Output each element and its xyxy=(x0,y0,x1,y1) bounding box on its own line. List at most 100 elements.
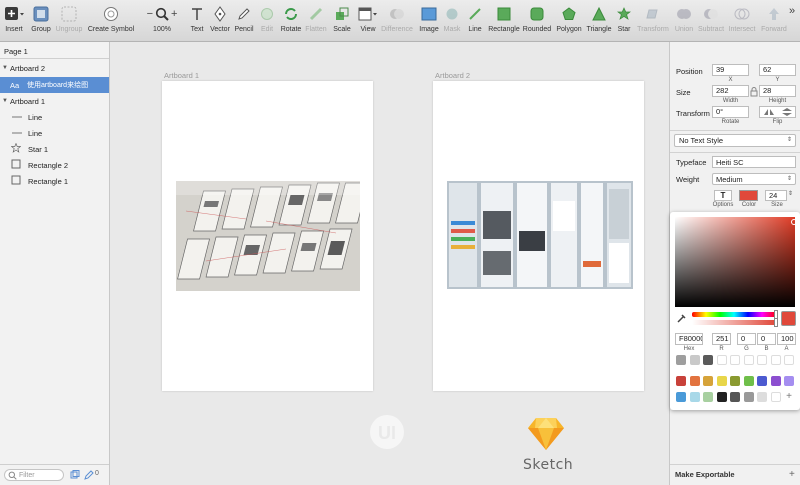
color-swatch[interactable] xyxy=(770,392,781,402)
text-style-dropdown[interactable]: No Text Style ⇕ xyxy=(674,134,796,147)
ungroup-button[interactable]: Ungroup xyxy=(55,3,83,41)
make-exportable-button[interactable]: Make Exportable xyxy=(675,470,735,479)
color-swatch[interactable] xyxy=(676,376,686,386)
layer-line-1[interactable]: Line xyxy=(0,109,109,125)
red-field[interactable]: 251 xyxy=(712,333,731,345)
color-swatch[interactable] xyxy=(689,392,700,402)
forward-button[interactable]: Forward xyxy=(760,3,788,41)
difference-button[interactable]: Difference xyxy=(380,3,414,41)
flip-control[interactable] xyxy=(759,106,796,118)
insert-button[interactable]: Insert xyxy=(3,3,25,41)
color-swatch[interactable] xyxy=(716,376,727,386)
artboard-1-title[interactable]: Artboard 1 xyxy=(164,71,199,80)
color-swatch[interactable] xyxy=(703,392,713,402)
toolbar-overflow-button[interactable]: » xyxy=(789,5,795,17)
create-symbol-button[interactable]: Create Symbol xyxy=(88,3,134,41)
color-swatch[interactable] xyxy=(689,355,700,365)
flip-vertical-icon[interactable] xyxy=(778,107,796,117)
disclosure-triangle-icon[interactable]: ▼ xyxy=(0,98,10,104)
layer-rectangle-2[interactable]: Rectangle 2 xyxy=(0,157,109,173)
rectangle-button[interactable]: Rectangle xyxy=(488,3,520,41)
scale-button[interactable]: Scale xyxy=(332,3,352,41)
pencil-tool-button[interactable]: Pencil xyxy=(233,3,255,41)
add-swatch-icon[interactable]: + xyxy=(784,392,794,402)
font-size-field[interactable]: 24 xyxy=(765,190,787,201)
saturation-brightness-field[interactable] xyxy=(675,217,797,307)
hue-slider[interactable] xyxy=(692,312,776,317)
add-export-icon[interactable]: + xyxy=(789,469,795,480)
artboard-2-title[interactable]: Artboard 2 xyxy=(435,71,470,80)
flatten-button[interactable]: Flatten xyxy=(304,3,328,41)
intersect-button[interactable]: Intersect xyxy=(727,3,757,41)
layer-artboard-2[interactable]: ▼ Artboard 2 xyxy=(0,60,109,76)
y-field[interactable]: 62 xyxy=(759,64,796,76)
view-button[interactable]: View xyxy=(357,3,379,41)
color-swatch[interactable] xyxy=(743,392,754,402)
text-color-well[interactable] xyxy=(739,190,758,201)
color-swatch[interactable] xyxy=(770,376,781,386)
eyedropper-icon[interactable] xyxy=(676,312,688,324)
color-swatch[interactable] xyxy=(757,355,767,365)
layer-rectangle-1[interactable]: Rectangle 1 xyxy=(0,173,109,189)
color-swatch[interactable] xyxy=(743,355,754,365)
rounded-button[interactable]: Rounded xyxy=(522,3,552,41)
hex-field[interactable]: F80000 xyxy=(675,333,703,345)
text-options-button[interactable]: T xyxy=(714,190,732,201)
color-swatch[interactable] xyxy=(784,355,794,365)
width-field[interactable]: 282 xyxy=(712,85,749,97)
x-field[interactable]: 39 xyxy=(712,64,749,76)
height-field[interactable]: 28 xyxy=(759,85,796,97)
color-swatch[interactable] xyxy=(730,355,740,365)
weight-dropdown[interactable]: Medium ⇕ xyxy=(712,173,796,185)
disclosure-triangle-icon[interactable]: ▼ xyxy=(0,65,10,71)
color-swatch[interactable] xyxy=(716,392,727,402)
union-button[interactable]: Union xyxy=(673,3,695,41)
color-swatch[interactable] xyxy=(703,376,713,386)
star-button[interactable]: Star xyxy=(615,3,633,41)
color-swatch[interactable] xyxy=(757,392,767,402)
green-field[interactable]: 0 xyxy=(737,333,756,345)
page-selector[interactable]: Page 1 xyxy=(0,44,109,58)
alpha-slider-knob[interactable] xyxy=(774,318,778,327)
color-swatch[interactable] xyxy=(730,392,740,402)
vector-tool-button[interactable]: Vector xyxy=(208,3,232,41)
alpha-slider[interactable] xyxy=(692,320,776,325)
triangle-button[interactable]: Triangle xyxy=(585,3,613,41)
layer-line-2[interactable]: Line xyxy=(0,125,109,141)
rotate-field[interactable]: 0° xyxy=(712,106,749,118)
color-swatch[interactable] xyxy=(757,376,767,386)
ui-kit-screens-image[interactable] xyxy=(447,181,633,289)
mask-button[interactable]: Mask xyxy=(442,3,462,41)
filter-field[interactable]: Filter xyxy=(4,469,64,481)
group-button[interactable]: Group xyxy=(30,3,52,41)
color-swatch[interactable] xyxy=(784,376,794,386)
edit-filter-icon[interactable] xyxy=(84,470,94,480)
color-swatch[interactable] xyxy=(716,355,727,365)
edit-button[interactable]: Edit xyxy=(258,3,276,41)
color-swatch[interactable] xyxy=(770,355,781,365)
color-swatch[interactable] xyxy=(743,376,754,386)
subtract-button[interactable]: Subtract xyxy=(697,3,725,41)
blue-field[interactable]: 0 xyxy=(757,333,776,345)
symbols-filter-icon[interactable] xyxy=(70,470,80,480)
zoom-control[interactable]: − + 100% xyxy=(143,3,181,41)
color-swatch[interactable] xyxy=(703,355,713,365)
color-swatch[interactable] xyxy=(689,376,700,386)
flip-horizontal-icon[interactable] xyxy=(760,107,778,117)
text-tool-button[interactable]: Text xyxy=(188,3,206,41)
layer-text-selected[interactable]: Aa 使用artboard来绘图 xyxy=(0,77,109,93)
artboard-2[interactable] xyxy=(433,81,644,391)
zoom-out-button[interactable]: − xyxy=(147,8,153,20)
rotate-button[interactable]: Rotate xyxy=(279,3,303,41)
color-cursor[interactable] xyxy=(791,219,797,225)
layer-star-1[interactable]: Star 1 xyxy=(0,141,109,157)
transform-button[interactable]: Transform xyxy=(636,3,670,41)
artboard-1[interactable] xyxy=(162,81,373,391)
zoom-in-button[interactable]: + xyxy=(171,8,177,20)
color-swatch[interactable] xyxy=(676,392,686,402)
line-button[interactable]: Line xyxy=(465,3,485,41)
wireframe-sketch-photo[interactable] xyxy=(176,181,360,291)
layer-artboard-1[interactable]: ▼ Artboard 1 xyxy=(0,93,109,109)
image-button[interactable]: Image xyxy=(418,3,440,41)
lock-proportions-icon[interactable] xyxy=(750,87,758,97)
